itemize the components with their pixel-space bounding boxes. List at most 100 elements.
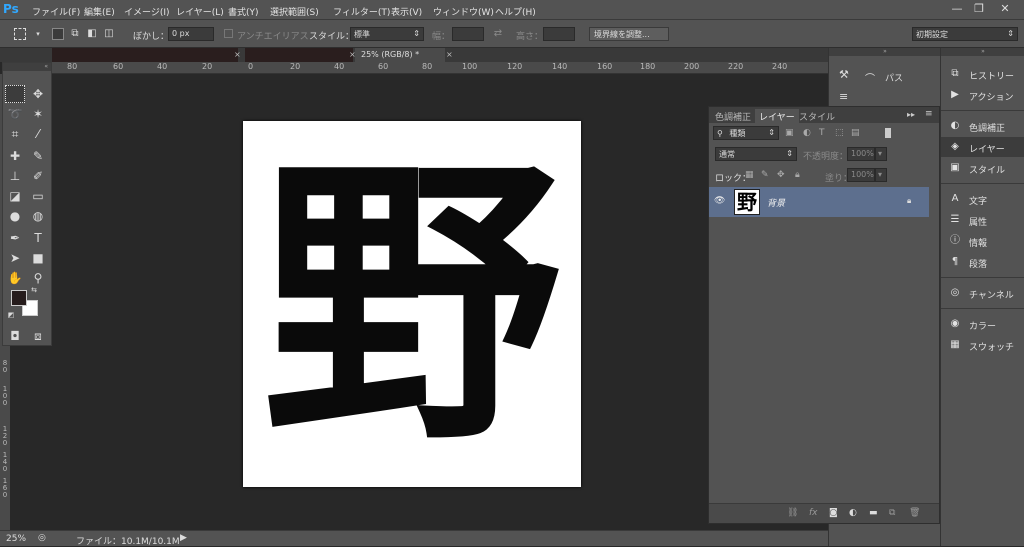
link-layers-icon[interactable]: ⛓ <box>787 508 798 518</box>
filter-smart-icon[interactable]: ▤ <box>851 128 860 138</box>
layer-name[interactable]: 背景 <box>767 196 785 209</box>
refine-edge-button[interactable]: 境界線を調整... <box>589 27 669 41</box>
feather-input[interactable]: 0 px <box>168 27 214 41</box>
eyedropper-icon[interactable]: ⁄ <box>28 125 48 143</box>
menu-layer[interactable]: レイヤー(L) <box>176 5 224 18</box>
menu-edit[interactable]: 編集(E) <box>84 5 115 18</box>
new-group-icon[interactable]: ▬ <box>869 508 878 518</box>
dock-collapse-icon[interactable]: » <box>941 48 1024 56</box>
dock-channels[interactable]: ◎ チャンネル <box>941 283 1024 303</box>
tab-layers[interactable]: レイヤー <box>755 109 799 123</box>
menu-image[interactable]: イメージ(I) <box>124 5 170 18</box>
tool-presets-icon[interactable]: ⚒ <box>839 68 849 81</box>
menu-help[interactable]: ヘルプ(H) <box>495 5 536 18</box>
minimize-icon[interactable]: — <box>948 2 966 17</box>
subtract-selection-icon[interactable]: ◧ <box>86 28 98 40</box>
new-adjustment-icon[interactable]: ◐ <box>849 508 857 518</box>
menu-view[interactable]: 表示(V) <box>391 5 422 18</box>
status-menu-arrow-icon[interactable]: ▶ <box>180 533 187 543</box>
zoom-level[interactable]: 25% <box>6 534 26 544</box>
brush-presets-icon[interactable]: ≡ <box>839 90 848 103</box>
menu-type[interactable]: 書式(Y) <box>228 5 259 18</box>
chevron-down-icon[interactable]: ▾ <box>32 28 44 40</box>
swap-icon[interactable]: ⇄ <box>492 28 504 40</box>
paths-icon[interactable]: ⌒ <box>865 70 875 85</box>
lasso-tool-icon[interactable]: ➰ <box>5 105 25 123</box>
add-mask-icon[interactable]: ◙ <box>829 508 838 518</box>
filter-pixel-icon[interactable]: ▣ <box>785 128 794 138</box>
filter-type-icon[interactable]: T <box>819 128 825 138</box>
menu-filter[interactable]: フィルター(T) <box>333 5 390 18</box>
menu-file[interactable]: ファイル(F) <box>32 5 80 18</box>
dock-character[interactable]: A 文字 <box>941 189 1024 209</box>
style-select[interactable]: 標準 ⇕ <box>350 27 424 41</box>
rectangle-tool-icon[interactable]: ■ <box>28 249 48 267</box>
screen-mode-icon[interactable]: ⧈ <box>28 327 48 345</box>
blur-tool-icon[interactable]: ● <box>5 207 25 225</box>
crop-tool-icon[interactable]: ⌗ <box>5 125 25 143</box>
quick-mask-icon[interactable]: ◘ <box>5 327 25 345</box>
foreground-color-swatch[interactable] <box>11 290 27 306</box>
menu-select[interactable]: 選択範囲(S) <box>270 5 319 18</box>
layer-effects-icon[interactable]: fx <box>809 508 818 518</box>
filter-toggle-icon[interactable] <box>885 128 891 138</box>
default-colors-icon[interactable]: ◩ <box>6 310 16 320</box>
marquee-tool-icon[interactable] <box>5 85 25 103</box>
brush-tool-icon[interactable]: ✎ <box>28 147 48 165</box>
close-window-icon[interactable]: ✕ <box>996 2 1014 17</box>
panel-expand-icon[interactable]: ▸▸ <box>907 110 915 119</box>
lock-transparent-icon[interactable]: ▦ <box>745 170 754 180</box>
strip-collapse-icon[interactable]: » <box>829 48 941 56</box>
marquee-preset-icon[interactable] <box>14 28 26 40</box>
menu-window[interactable]: ウィンドウ(W) <box>433 5 494 18</box>
toolbox-collapse-icon[interactable]: « <box>3 63 51 71</box>
type-tool-icon[interactable]: T <box>28 229 48 247</box>
eraser-tool-icon[interactable]: ◪ <box>5 187 25 205</box>
swap-colors-icon[interactable]: ⇆ <box>29 285 39 295</box>
workspace-select[interactable]: 初期設定 ⇕ <box>912 27 1018 41</box>
document-tab-2[interactable] <box>245 48 353 62</box>
tab-styles[interactable]: スタイル <box>795 109 839 123</box>
chevron-down-icon[interactable]: ▾ <box>875 147 887 161</box>
status-info-icon[interactable]: ◎ <box>38 533 46 543</box>
filter-adjustment-icon[interactable]: ◐ <box>803 128 811 138</box>
lock-pixels-icon[interactable]: ✎ <box>761 170 769 180</box>
gradient-tool-icon[interactable]: ▭ <box>28 187 48 205</box>
document-tab-active[interactable]: 25% (RGB/8) * <box>355 48 445 62</box>
delete-layer-icon[interactable]: 🗑︎ <box>909 508 920 518</box>
lock-all-icon[interactable]: 🔒︎ <box>795 170 800 180</box>
intersect-selection-icon[interactable]: ◫ <box>103 28 115 40</box>
tab-adjustments[interactable]: 色調補正 <box>711 109 755 123</box>
lock-position-icon[interactable]: ✥ <box>777 170 785 180</box>
magic-wand-icon[interactable]: ✶ <box>28 105 48 123</box>
layer-filter-select[interactable]: ⚲ 種類 ⇕ <box>713 126 779 140</box>
dock-styles[interactable]: ▣ スタイル <box>941 158 1024 178</box>
dock-info[interactable]: ⓘ 情報 <box>941 231 1024 251</box>
dock-color[interactable]: ◉ カラー <box>941 314 1024 334</box>
dock-layers[interactable]: ◈ レイヤー <box>941 137 1024 157</box>
healing-brush-icon[interactable]: ✚ <box>5 147 25 165</box>
fill-input[interactable]: 100% <box>847 168 875 182</box>
restore-icon[interactable]: ❐ <box>970 2 988 17</box>
close-tab-icon[interactable]: × <box>440 48 459 62</box>
add-selection-icon[interactable]: ⧉ <box>69 28 81 40</box>
height-input[interactable] <box>543 27 575 41</box>
dock-paragraph[interactable]: ¶ 段落 <box>941 252 1024 272</box>
blend-mode-select[interactable]: 通常 ⇕ <box>715 147 797 161</box>
dock-history[interactable]: ⧉ ヒストリー <box>941 64 1024 84</box>
new-selection-icon[interactable] <box>52 28 64 40</box>
chevron-down-icon[interactable]: ▾ <box>875 168 887 182</box>
close-tab-icon[interactable]: × <box>228 48 247 62</box>
filter-shape-icon[interactable]: ⬚ <box>835 128 844 138</box>
move-tool-icon[interactable]: ✥ <box>28 85 48 103</box>
document-tab-1[interactable] <box>52 48 238 62</box>
hand-tool-icon[interactable]: ✋ <box>5 269 25 287</box>
dock-swatches[interactable]: ▦ スウォッチ <box>941 335 1024 355</box>
document-canvas[interactable]: 野 <box>243 121 581 487</box>
width-input[interactable] <box>452 27 484 41</box>
clone-stamp-icon[interactable]: ⊥ <box>5 167 25 185</box>
layer-row-background[interactable]: 👁︎ 野 背景 🔒︎ <box>709 187 929 217</box>
opacity-input[interactable]: 100% <box>847 147 875 161</box>
dock-actions[interactable]: ▶ アクション <box>941 85 1024 105</box>
paths-panel-label[interactable]: パス <box>885 71 903 84</box>
